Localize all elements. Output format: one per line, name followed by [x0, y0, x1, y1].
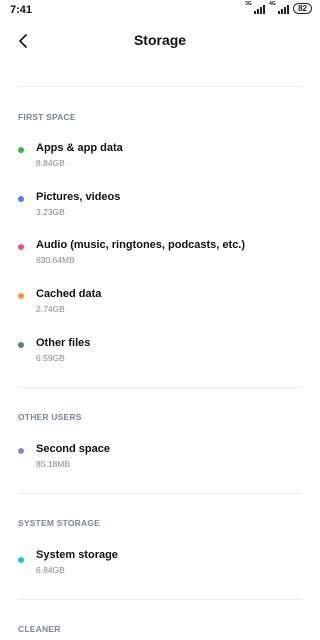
status-icons: 3G 4G 82	[245, 1, 312, 14]
color-dot-icon	[18, 147, 24, 153]
item-size: 8.84GB	[36, 158, 65, 168]
item-size: 3.23GB	[36, 207, 65, 217]
color-dot-icon	[18, 557, 24, 563]
section-title-first-space: FIRST SPACE	[18, 112, 76, 122]
item-label: System storage	[36, 549, 118, 561]
section-title-system-storage: SYSTEM STORAGE	[18, 518, 100, 528]
color-dot-icon	[18, 244, 24, 250]
storage-item-audio[interactable]: Audio (music, ringtones, podcasts, etc.)…	[0, 238, 320, 278]
header: Storage	[0, 26, 320, 56]
divider	[18, 86, 302, 87]
divider	[18, 493, 302, 494]
storage-item-apps[interactable]: Apps & app data 8.84GB	[0, 141, 320, 181]
item-size: 85.18MB	[36, 459, 71, 469]
item-label: Pictures, videos	[36, 191, 121, 203]
network-type-label: 4G	[269, 1, 276, 7]
status-bar: 7:41 3G 4G 82	[0, 0, 320, 22]
storage-item-second-space[interactable]: Second space 85.18MB	[0, 442, 320, 482]
divider	[18, 599, 302, 600]
storage-item-other-files[interactable]: Other files 6.59GB	[0, 336, 320, 376]
page-title: Storage	[133, 32, 187, 48]
item-size: 6.84GB	[36, 565, 65, 575]
color-dot-icon	[18, 342, 24, 348]
color-dot-icon	[18, 293, 24, 299]
status-time: 7:41	[10, 4, 33, 16]
signal-icon: 3G	[245, 1, 266, 14]
item-size: 6.59GB	[36, 353, 65, 363]
item-label: Other files	[36, 337, 91, 349]
storage-item-pictures[interactable]: Pictures, videos 3.23GB	[0, 190, 320, 230]
signal-icon: 4G	[269, 1, 290, 14]
item-label: Apps & app data	[36, 142, 123, 154]
battery-icon: 82	[293, 3, 312, 14]
color-dot-icon	[18, 448, 24, 454]
storage-item-system[interactable]: System storage 6.84GB	[0, 548, 320, 588]
network-type-label: 3G	[245, 1, 252, 7]
item-label: Audio (music, ringtones, podcasts, etc.)	[36, 239, 246, 251]
section-title-cleaner: CLEANER	[18, 624, 61, 634]
storage-item-cached[interactable]: Cached data 2.74GB	[0, 287, 320, 327]
item-size: 630.64MB	[36, 255, 75, 265]
item-label: Second space	[36, 443, 110, 455]
item-size: 2.74GB	[36, 304, 65, 314]
color-dot-icon	[18, 196, 24, 202]
divider	[18, 387, 302, 388]
item-label: Cached data	[36, 288, 102, 300]
section-title-other-users: OTHER USERS	[18, 412, 82, 422]
